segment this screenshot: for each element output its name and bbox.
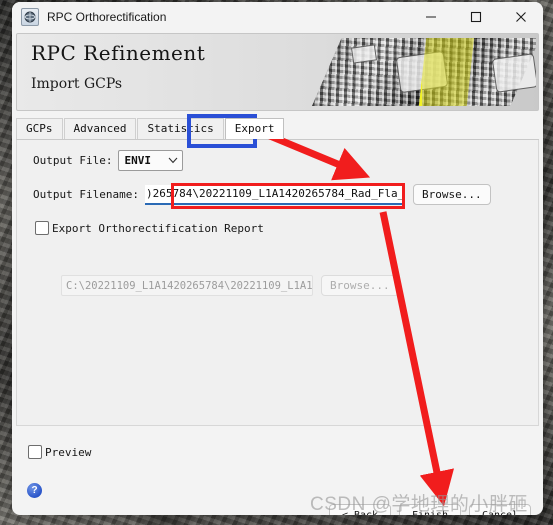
arrow-filename-to-finish <box>379 211 455 507</box>
annotation-arrows <box>256 127 455 507</box>
screen: RPC Orthorectification RPC Refinement Im… <box>0 0 553 525</box>
tab-export[interactable]: Export <box>224 118 285 139</box>
csdn-watermark: CSDN @学地理的小胖砸 <box>310 494 528 515</box>
